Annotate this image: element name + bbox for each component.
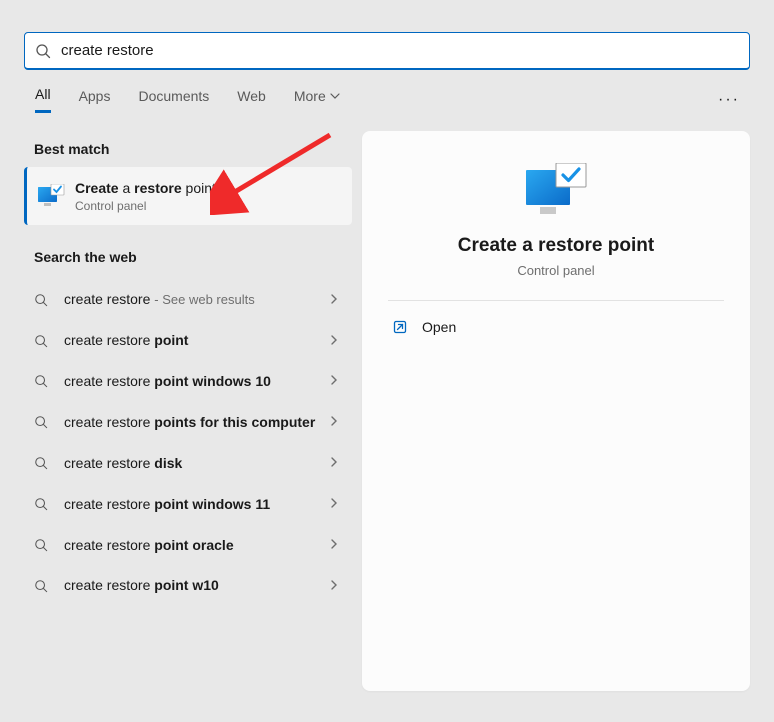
chevron-right-icon: [328, 414, 342, 430]
best-match-text: Create a restore point Control panel: [75, 179, 216, 213]
search-icon: [34, 538, 50, 552]
chevron-right-icon: [328, 455, 342, 471]
open-label: Open: [422, 319, 456, 335]
section-search-web: Search the web: [24, 239, 352, 275]
section-best-match: Best match: [24, 131, 352, 167]
chevron-right-icon: [328, 496, 342, 512]
preview-title: Create a restore point: [458, 235, 654, 257]
search-icon: [34, 293, 50, 307]
preview-panel: Create a restore point Control panel Ope…: [362, 131, 750, 691]
search-box[interactable]: [24, 32, 750, 70]
search-icon: [34, 334, 50, 348]
best-match-result[interactable]: Create a restore point Control panel: [24, 167, 352, 225]
search-bar-container: [0, 0, 774, 70]
monitor-checkmark-icon: [37, 184, 65, 208]
monitor-checkmark-icon-large: [524, 163, 588, 217]
results-column: Best match Create a restore point Contro…: [24, 131, 352, 606]
open-action[interactable]: Open: [388, 301, 724, 353]
open-external-icon: [392, 319, 408, 335]
search-icon: [34, 456, 50, 470]
web-result-item[interactable]: create restore point w10: [24, 565, 352, 606]
search-window: All Apps Documents Web More ··· Best mat…: [0, 0, 774, 722]
search-icon: [34, 497, 50, 511]
web-result-item[interactable]: create restore point windows 11: [24, 484, 352, 525]
search-icon: [34, 579, 50, 593]
web-result-item[interactable]: create restore - See web results: [24, 279, 352, 320]
tab-all[interactable]: All: [35, 86, 51, 113]
chevron-down-icon: [330, 91, 340, 101]
best-match-subtitle: Control panel: [75, 199, 216, 213]
web-result-label: create restore points for this computer: [64, 413, 328, 432]
web-result-label: create restore point w10: [64, 576, 328, 595]
results-area: Best match Create a restore point Contro…: [0, 113, 774, 715]
web-result-label: create restore point windows 10: [64, 372, 328, 391]
search-icon: [35, 43, 51, 59]
chevron-right-icon: [328, 292, 342, 308]
web-result-label: create restore - See web results: [64, 290, 328, 309]
search-icon: [34, 374, 50, 388]
tab-more-label: More: [294, 88, 326, 104]
tab-documents[interactable]: Documents: [138, 88, 209, 112]
chevron-right-icon: [328, 578, 342, 594]
web-results-list: create restore - See web results create r…: [24, 279, 352, 606]
web-result-item[interactable]: create restore point oracle: [24, 525, 352, 566]
tab-web[interactable]: Web: [237, 88, 266, 112]
preview-subtitle: Control panel: [517, 263, 594, 278]
search-icon: [34, 415, 50, 429]
web-result-item[interactable]: create restore point: [24, 320, 352, 361]
web-result-label: create restore disk: [64, 454, 328, 473]
web-result-item[interactable]: create restore points for this computer: [24, 402, 352, 443]
chevron-right-icon: [328, 537, 342, 553]
chevron-right-icon: [328, 333, 342, 349]
tab-apps[interactable]: Apps: [79, 88, 111, 112]
web-result-item[interactable]: create restore disk: [24, 443, 352, 484]
web-result-label: create restore point oracle: [64, 536, 328, 555]
best-match-title: Create a restore point: [75, 179, 216, 197]
chevron-right-icon: [328, 373, 342, 389]
web-result-label: create restore point windows 11: [64, 495, 328, 514]
filter-tabs: All Apps Documents Web More ···: [0, 70, 774, 113]
search-input[interactable]: [61, 42, 739, 59]
overflow-menu-button[interactable]: ···: [714, 87, 744, 113]
web-result-label: create restore point: [64, 331, 328, 350]
tab-more[interactable]: More: [294, 88, 340, 112]
web-result-item[interactable]: create restore point windows 10: [24, 361, 352, 402]
